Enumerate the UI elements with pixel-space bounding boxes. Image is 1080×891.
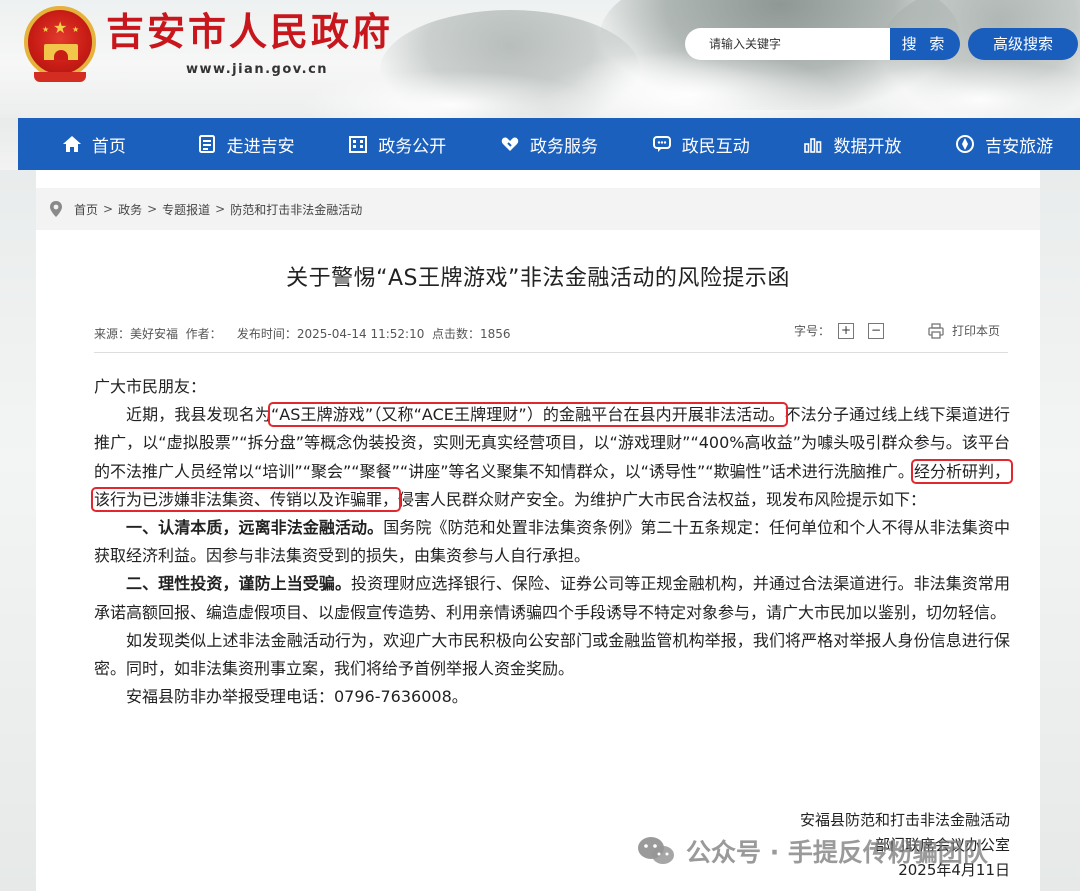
printer-icon — [928, 322, 944, 339]
nav-item-label: 政务公开 — [378, 136, 447, 157]
national-emblem-logo[interactable]: ★ ★ ★ — [24, 6, 96, 82]
font-decrease-button[interactable]: − — [868, 322, 885, 339]
meta-divider — [94, 352, 1008, 353]
site-url: www.jian.gov.cn — [186, 62, 329, 77]
print-label: 打印本页 — [952, 324, 1001, 338]
location-pin-icon — [50, 201, 62, 217]
paragraph-2: 一、认清本质，远离非法金融活动。国务院《防范和处置非法集资条例》第二十五条规定：… — [94, 514, 1010, 570]
nav-item-label: 数据开放 — [833, 136, 902, 157]
signature-org-line1: 安福县防范和打击非法金融活动 — [799, 811, 1010, 829]
nav-item-label: 吉安旅游 — [985, 136, 1054, 157]
article-body: 广大市民朋友： 近期，我县发现名为“AS王牌游戏”（又称“ACE王牌理财”）的金… — [91, 373, 1013, 711]
paragraph-3: 二、理性投资，谨防上当受骗。投资理财应选择银行、保险、证券公司等正规金融机构，并… — [94, 570, 1010, 626]
nav-item-home[interactable]: 首页 — [18, 118, 170, 170]
search-button[interactable]: 搜 索 — [890, 28, 960, 60]
greeting: 广大市民朋友： — [94, 377, 207, 396]
nav-item-label: 政民互动 — [681, 136, 750, 157]
chat-icon — [652, 134, 672, 154]
paragraph-4: 如发现类似上述非法金融活动行为，欢迎广大市民积极向公安部门或金融监管机构举报，我… — [94, 630, 1010, 679]
search-input[interactable] — [685, 28, 890, 60]
main-nav: 首页 走进吉安 政务公开 政务服务 政民互动 数据开放 吉安旅游 — [18, 118, 1080, 170]
compass-icon — [955, 134, 975, 154]
nav-item-interaction[interactable]: 政民互动 — [625, 118, 777, 170]
signature-date: 2025年4月11日 — [898, 861, 1010, 879]
breadcrumb-separator: > — [147, 202, 158, 216]
book-icon — [197, 134, 217, 154]
article-container: 关于警惕“AS王牌游戏”非法金融活动的风险提示函 来源：美好安福 作者： 发布时… — [36, 230, 1040, 891]
print-page-button[interactable]: 打印本页 — [928, 322, 1000, 339]
nav-item-label: 走进吉安 — [226, 136, 295, 157]
signature-block: 安福县防范和打击非法金融活动 部门联席会议办公室 2025年4月11日 — [766, 808, 1010, 883]
hotline-line: 安福县防非办举报受理电话：0796-7636008。 — [126, 687, 468, 707]
paragraph-text: 近期，我县发现名为 — [126, 405, 271, 425]
building-icon — [348, 134, 368, 154]
nav-item-tourism[interactable]: 吉安旅游 — [928, 118, 1080, 170]
nav-item-label: 政务服务 — [530, 136, 599, 157]
highlighted-platform-name: “AS王牌游戏”（又称“ACE王牌理财”）的金融平台在县内开展非法活动。 — [267, 402, 788, 428]
breadcrumb-separator: > — [215, 202, 226, 216]
breadcrumb-gov-affairs[interactable]: 政务 — [118, 201, 142, 218]
site-header: ★★★ 吉安市人民政府 www.jian.gov.cn 搜 索 高级搜索 — [0, 0, 1080, 118]
article-title: 关于警惕“AS王牌游戏”非法金融活动的风险提示函 — [286, 266, 790, 291]
side-scenery-right — [1040, 170, 1080, 891]
breadcrumb-home[interactable]: 首页 — [74, 201, 98, 218]
breadcrumb: 首页 > 政务 > 专题报道 > 防范和打击非法金融活动 — [36, 188, 1040, 230]
breadcrumb-special-reports[interactable]: 专题报道 — [162, 201, 210, 218]
font-increase-button[interactable]: + — [838, 322, 855, 339]
advanced-search-button[interactable]: 高级搜索 — [968, 28, 1078, 60]
paragraph-1: 近期，我县发现名为“AS王牌游戏”（又称“ACE王牌理财”）的金融平台在县内开展… — [91, 401, 1013, 514]
home-icon — [62, 134, 82, 154]
bar-chart-icon — [803, 134, 823, 154]
nav-item-open-data[interactable]: 数据开放 — [777, 118, 929, 170]
nav-item-about[interactable]: 走进吉安 — [170, 118, 322, 170]
section-heading-1: 一、认清本质，远离非法金融活动。 — [126, 518, 384, 538]
font-size-label: 字号： — [794, 324, 831, 338]
site-title[interactable]: 吉安市人民政府 — [106, 8, 393, 56]
side-scenery-left — [0, 170, 36, 891]
nav-item-label: 首页 — [91, 136, 126, 157]
section-heading-2: 二、理性投资，谨防上当受骗。 — [126, 574, 352, 594]
article-meta: 来源：美好安福 作者： 发布时间：2025-04-14 11:52:10 点击数… — [94, 327, 511, 341]
nav-bar-background: 首页 走进吉安 政务公开 政务服务 政民互动 数据开放 吉安旅游 — [0, 118, 1080, 170]
signature-org-line2: 部门联席会议办公室 — [874, 836, 1010, 854]
breadcrumb-current[interactable]: 防范和打击非法金融活动 — [230, 201, 362, 218]
paragraph-text: 侵害人民群众财产安全。为维护广大市民合法权益，现发布风险提示如下： — [398, 489, 927, 509]
nav-item-gov-service[interactable]: 政务服务 — [473, 118, 625, 170]
breadcrumb-separator: > — [103, 202, 114, 216]
heart-hand-icon — [500, 134, 520, 154]
nav-item-gov-open[interactable]: 政务公开 — [321, 118, 473, 170]
font-size-controls: 字号： + − — [794, 322, 885, 339]
